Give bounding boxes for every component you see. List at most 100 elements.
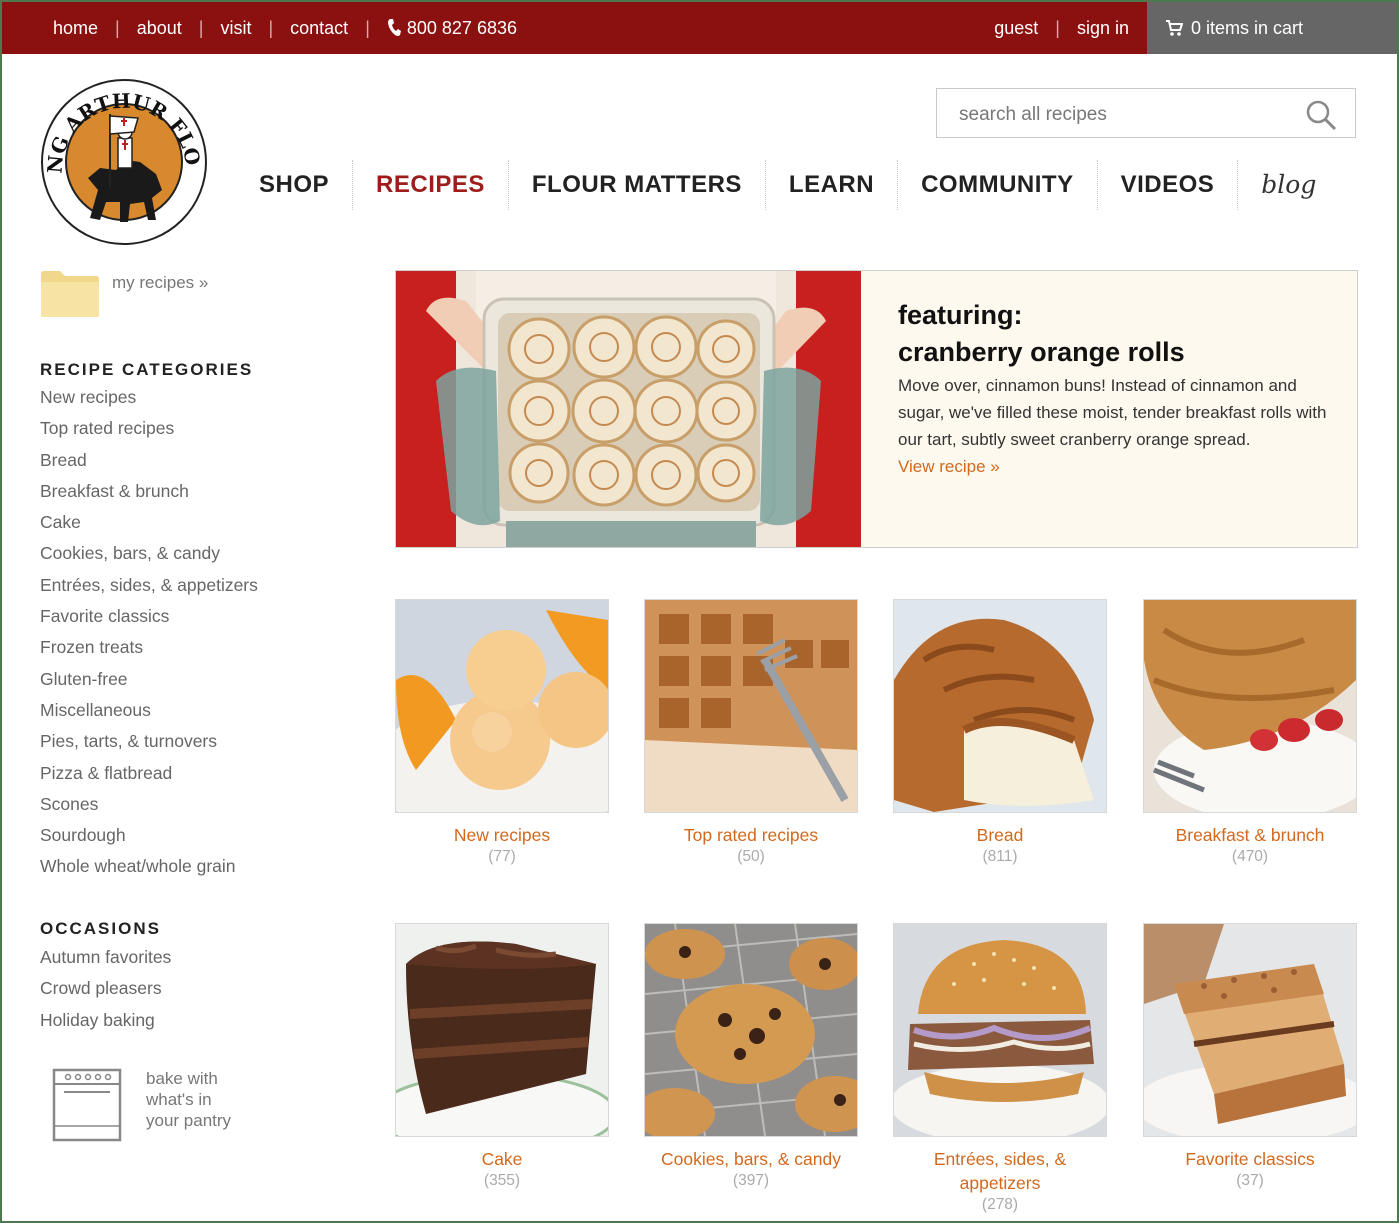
occasions-list: Autumn favorites Crowd pleasers Holiday … bbox=[40, 942, 171, 1036]
category-link[interactable]: Gluten-free bbox=[40, 664, 258, 695]
nav-link-contact[interactable]: contact bbox=[290, 18, 348, 39]
phone-link[interactable]: 800 827 6836 bbox=[387, 18, 517, 39]
tile-name: Breakfast & brunch bbox=[1175, 825, 1325, 845]
recipe-categories-heading: RECIPE CATEGORIES bbox=[40, 360, 254, 379]
divider: | bbox=[115, 17, 120, 38]
tile-count: (811) bbox=[982, 848, 1018, 865]
nav-link-visit[interactable]: visit bbox=[220, 18, 251, 39]
category-link[interactable]: Cake bbox=[40, 507, 258, 538]
divider: | bbox=[365, 17, 370, 38]
tile-image[interactable] bbox=[1143, 923, 1357, 1137]
divider: | bbox=[198, 17, 204, 38]
category-link[interactable]: Pies, tarts, & turnovers bbox=[40, 726, 258, 757]
sign-in-link[interactable]: sign in bbox=[1077, 18, 1129, 39]
category-link[interactable]: Miscellaneous bbox=[40, 695, 258, 726]
pantry-line: what's in bbox=[146, 1090, 212, 1109]
divider: | bbox=[1055, 17, 1060, 38]
tile-count: (355) bbox=[483, 1172, 521, 1189]
phone-number: 800 827 6836 bbox=[406, 17, 517, 38]
tile-count: (397) bbox=[732, 1172, 770, 1189]
tile-count: (278) bbox=[981, 1196, 1019, 1213]
tile-name: Favorite classics bbox=[1185, 1149, 1315, 1169]
tile-name: Cookies, bars, & candy bbox=[661, 1149, 841, 1169]
guest-link[interactable]: guest bbox=[994, 18, 1038, 39]
pantry-text: bake with what's in your pantry bbox=[146, 1068, 256, 1142]
nav-shop[interactable]: SHOP bbox=[236, 160, 352, 210]
tile-image[interactable] bbox=[893, 599, 1107, 813]
tile-name: Top rated recipes bbox=[683, 825, 819, 845]
tile-image[interactable] bbox=[644, 923, 858, 1137]
my-recipes-link[interactable]: my recipes » bbox=[40, 270, 208, 318]
oven-icon bbox=[52, 1068, 122, 1142]
tile-count: (37) bbox=[1236, 1172, 1264, 1189]
view-recipe-link[interactable]: View recipe » bbox=[898, 453, 1338, 480]
feature-description: Move over, cinnamon buns! Instead of cin… bbox=[898, 376, 1327, 449]
main-nav: SHOP RECIPES FLOUR MATTERS LEARN COMMUNI… bbox=[236, 160, 1339, 210]
category-link[interactable]: Scones bbox=[40, 789, 258, 820]
folder-icon bbox=[41, 271, 99, 317]
category-link[interactable]: Breakfast & brunch bbox=[40, 476, 258, 507]
nav-videos[interactable]: VIDEOS bbox=[1096, 160, 1238, 210]
phone-icon bbox=[387, 19, 401, 36]
nav-flour-matters[interactable]: FLOUR MATTERS bbox=[507, 160, 765, 210]
tile-name: Bread bbox=[976, 825, 1024, 845]
occasion-link[interactable]: Autumn favorites bbox=[40, 942, 171, 973]
category-tile[interactable]: Top rated recipes (50) bbox=[644, 599, 858, 867]
category-link[interactable]: Entrées, sides, & appetizers bbox=[40, 570, 258, 601]
category-link[interactable]: Pizza & flatbread bbox=[40, 758, 258, 789]
top-bar: home | about | visit | contact | 800 827… bbox=[2, 2, 1397, 54]
nav-learn[interactable]: LEARN bbox=[764, 160, 897, 210]
account-nav: guest | sign in bbox=[994, 2, 1129, 54]
pantry-line: bake with bbox=[146, 1069, 218, 1088]
nav-link-about[interactable]: about bbox=[137, 18, 182, 39]
category-link[interactable]: Cookies, bars, & candy bbox=[40, 538, 258, 569]
category-link[interactable]: Sourdough bbox=[40, 820, 258, 851]
nav-community[interactable]: COMMUNITY bbox=[897, 160, 1096, 210]
nav-blog[interactable]: blog bbox=[1237, 160, 1339, 210]
tile-name: Cake bbox=[481, 1149, 523, 1169]
tile-image[interactable] bbox=[644, 599, 858, 813]
category-link[interactable]: Top rated recipes bbox=[40, 413, 258, 444]
tile-count: (470) bbox=[1231, 848, 1269, 865]
tile-name: New recipes bbox=[453, 825, 551, 845]
cart-icon bbox=[1166, 20, 1183, 36]
page-frame: home | about | visit | contact | 800 827… bbox=[2, 2, 1397, 1221]
category-link[interactable]: Favorite classics bbox=[40, 601, 258, 632]
tile-count: (50) bbox=[737, 848, 765, 865]
cart-button[interactable]: 0 items in cart bbox=[1147, 2, 1397, 54]
occasion-link[interactable]: Crowd pleasers bbox=[40, 973, 171, 1004]
category-tile[interactable]: Cookies, bars, & candy (397) bbox=[644, 923, 858, 1191]
utility-nav: home | about | visit | contact | 800 827… bbox=[53, 2, 517, 54]
category-link[interactable]: Bread bbox=[40, 445, 258, 476]
category-tile[interactable]: Cake (355) bbox=[395, 923, 609, 1191]
site-logo[interactable]: KING ARTHUR FLOUR bbox=[31, 59, 208, 246]
search-input[interactable] bbox=[957, 101, 1291, 129]
pantry-link[interactable]: bake with what's in your pantry bbox=[52, 1068, 256, 1142]
category-tile[interactable]: Favorite classics (37) bbox=[1143, 923, 1357, 1191]
category-link[interactable]: New recipes bbox=[40, 382, 258, 413]
tile-image[interactable] bbox=[395, 923, 609, 1137]
occasions-heading: OCCASIONS bbox=[40, 919, 161, 938]
category-link[interactable]: Whole wheat/whole grain bbox=[40, 851, 258, 882]
tile-image[interactable] bbox=[1143, 599, 1357, 813]
nav-link-home[interactable]: home bbox=[53, 18, 98, 39]
feature-title[interactable]: cranberry orange rolls bbox=[898, 334, 1338, 370]
featured-recipe-image[interactable] bbox=[396, 271, 861, 547]
tile-count: (77) bbox=[488, 848, 516, 865]
category-tile[interactable]: Breakfast & brunch (470) bbox=[1143, 599, 1357, 867]
recipe-categories-list: New recipes Top rated recipes Bread Brea… bbox=[40, 382, 258, 883]
occasion-link[interactable]: Holiday baking bbox=[40, 1005, 171, 1036]
nav-recipes[interactable]: RECIPES bbox=[352, 160, 508, 210]
category-tile[interactable]: New recipes (77) bbox=[395, 599, 609, 867]
tile-image[interactable] bbox=[395, 599, 609, 813]
tile-image[interactable] bbox=[893, 923, 1107, 1137]
category-link[interactable]: Frozen treats bbox=[40, 632, 258, 663]
divider: | bbox=[268, 17, 274, 38]
pantry-line: your pantry bbox=[146, 1111, 232, 1130]
my-recipes-label: my recipes » bbox=[112, 273, 209, 292]
category-tile[interactable]: Bread (811) bbox=[893, 599, 1107, 867]
featured-recipe: featuring: cranberry orange rolls Move o… bbox=[395, 270, 1358, 548]
search-box bbox=[936, 88, 1356, 138]
category-tile[interactable]: Entrées, sides, & appetizers (278) bbox=[893, 923, 1107, 1215]
search-icon[interactable] bbox=[1305, 99, 1337, 131]
